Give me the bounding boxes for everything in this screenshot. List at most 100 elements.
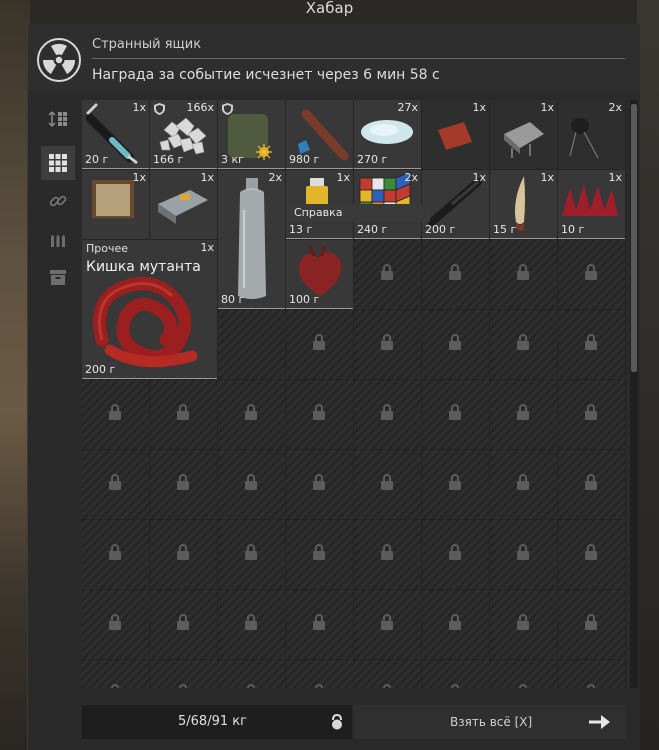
grid-cell[interactable] — [490, 450, 557, 519]
item-metal-part[interactable]: 1x — [490, 100, 557, 169]
item-device[interactable]: 1x — [150, 170, 217, 239]
item-salt[interactable]: 27x 270 г — [354, 100, 421, 169]
lock-icon — [449, 544, 461, 560]
item-fang[interactable]: 1x 15 г — [490, 170, 557, 239]
grid-cell[interactable] — [218, 520, 285, 589]
item-bottle[interactable]: 2x 80 г — [218, 170, 285, 309]
grid-cell[interactable] — [82, 660, 149, 688]
tab-grid[interactable] — [41, 146, 75, 180]
item-quantity: 1x — [472, 171, 486, 184]
grid-cell[interactable] — [422, 660, 489, 688]
grid-cell[interactable] — [490, 590, 557, 659]
grid-cell[interactable] — [490, 380, 557, 449]
link-icon — [49, 195, 67, 207]
item-quantity: 2x — [404, 171, 418, 184]
grid-cell[interactable] — [354, 520, 421, 589]
tab-sort[interactable] — [41, 102, 75, 136]
grid-icon — [49, 154, 67, 172]
tab-storage[interactable] — [41, 260, 75, 294]
kettlebell-icon — [332, 714, 342, 730]
grid-cell[interactable] — [558, 240, 625, 309]
grid-cell[interactable] — [422, 310, 489, 379]
grid-cell[interactable] — [286, 660, 353, 688]
item-red-spikes[interactable]: 1x 10 г — [558, 170, 625, 239]
grid-cell[interactable] — [354, 380, 421, 449]
grid-cell[interactable] — [558, 380, 625, 449]
grid-cell[interactable] — [422, 590, 489, 659]
grid-cell[interactable] — [354, 240, 421, 309]
item-quantity: 1x — [336, 171, 350, 184]
grid-cell[interactable] — [150, 380, 217, 449]
bottle-icon — [238, 178, 266, 299]
grid-cell[interactable] — [218, 310, 285, 379]
grid-cell[interactable] — [286, 590, 353, 659]
grid-cell[interactable] — [490, 310, 557, 379]
grid-cell[interactable] — [82, 590, 149, 659]
grid-cell[interactable] — [490, 520, 557, 589]
background-left — [0, 0, 30, 750]
scrollbar-thumb[interactable] — [631, 104, 637, 372]
item-underline — [150, 168, 217, 169]
grid-cell[interactable] — [422, 240, 489, 309]
item-red-chip[interactable]: 1x — [422, 100, 489, 169]
grid-cell[interactable] — [82, 520, 149, 589]
grid-cell[interactable] — [286, 450, 353, 519]
grid-cell[interactable] — [558, 660, 625, 688]
item-suit[interactable]: 3 кг — [218, 100, 285, 169]
grid-cell[interactable] — [150, 590, 217, 659]
lock-icon — [381, 404, 393, 420]
grid-cell[interactable] — [354, 310, 421, 379]
grid-cell[interactable] — [558, 590, 625, 659]
grid-cell[interactable] — [218, 590, 285, 659]
grid-cell[interactable] — [354, 660, 421, 688]
grid-cell[interactable] — [286, 520, 353, 589]
take-all-button[interactable]: Взять всё [X] — [354, 705, 626, 739]
grid-cell[interactable] — [82, 450, 149, 519]
item-capacitor[interactable]: 2x — [558, 100, 625, 169]
item-syringe[interactable]: 1x 20 г — [82, 100, 149, 169]
grid-cell[interactable] — [558, 450, 625, 519]
item-crystals[interactable]: 166x 166 г — [150, 100, 217, 169]
grid-cell[interactable] — [558, 520, 625, 589]
grid-cell[interactable] — [82, 380, 149, 449]
tab-attachments[interactable] — [41, 184, 75, 218]
item-underline — [286, 238, 353, 239]
grid-cell[interactable] — [490, 660, 557, 688]
grid-cell[interactable] — [286, 380, 353, 449]
grid-cell[interactable] — [490, 240, 557, 309]
weight-text: 5/68/91 кг — [178, 714, 247, 729]
grid-cell[interactable] — [422, 520, 489, 589]
box-icon — [50, 270, 66, 285]
weight-panel: 5/68/91 кг — [82, 705, 352, 739]
item-ammo-stick[interactable]: 980 г — [286, 100, 353, 169]
item-quantity: 1x — [200, 171, 214, 184]
grid-cell[interactable] — [286, 310, 353, 379]
item-weight: 80 г — [221, 293, 245, 306]
item-quantity: 1x — [540, 171, 554, 184]
grid-cell[interactable] — [422, 450, 489, 519]
item-heart[interactable]: 100 г — [286, 240, 353, 309]
item-mutant-gut[interactable]: Прочее 1x Кишка мутанта 200 г — [82, 240, 217, 379]
grid-cell[interactable] — [218, 380, 285, 449]
lock-icon — [585, 334, 597, 350]
item-quantity: 27x — [397, 101, 418, 114]
grid-cell[interactable] — [150, 520, 217, 589]
grid-cell[interactable] — [218, 450, 285, 519]
item-knife[interactable]: 1x 200 г — [422, 170, 489, 239]
lock-icon — [109, 544, 121, 560]
lock-icon — [313, 404, 325, 420]
lock-icon — [381, 474, 393, 490]
lock-icon — [517, 404, 529, 420]
grid-cell[interactable] — [354, 590, 421, 659]
grid-cell[interactable] — [558, 310, 625, 379]
tab-ammo[interactable] — [41, 222, 75, 256]
grid-cell[interactable] — [218, 660, 285, 688]
grid-cell[interactable] — [354, 450, 421, 519]
lock-icon — [177, 404, 189, 420]
grid-cell[interactable] — [422, 380, 489, 449]
grid-cell[interactable] — [150, 450, 217, 519]
item-weight: 10 г — [561, 223, 585, 236]
item-name: Кишка мутанта — [86, 259, 201, 275]
item-transformer[interactable]: 1x — [82, 170, 149, 239]
grid-cell[interactable] — [150, 660, 217, 688]
